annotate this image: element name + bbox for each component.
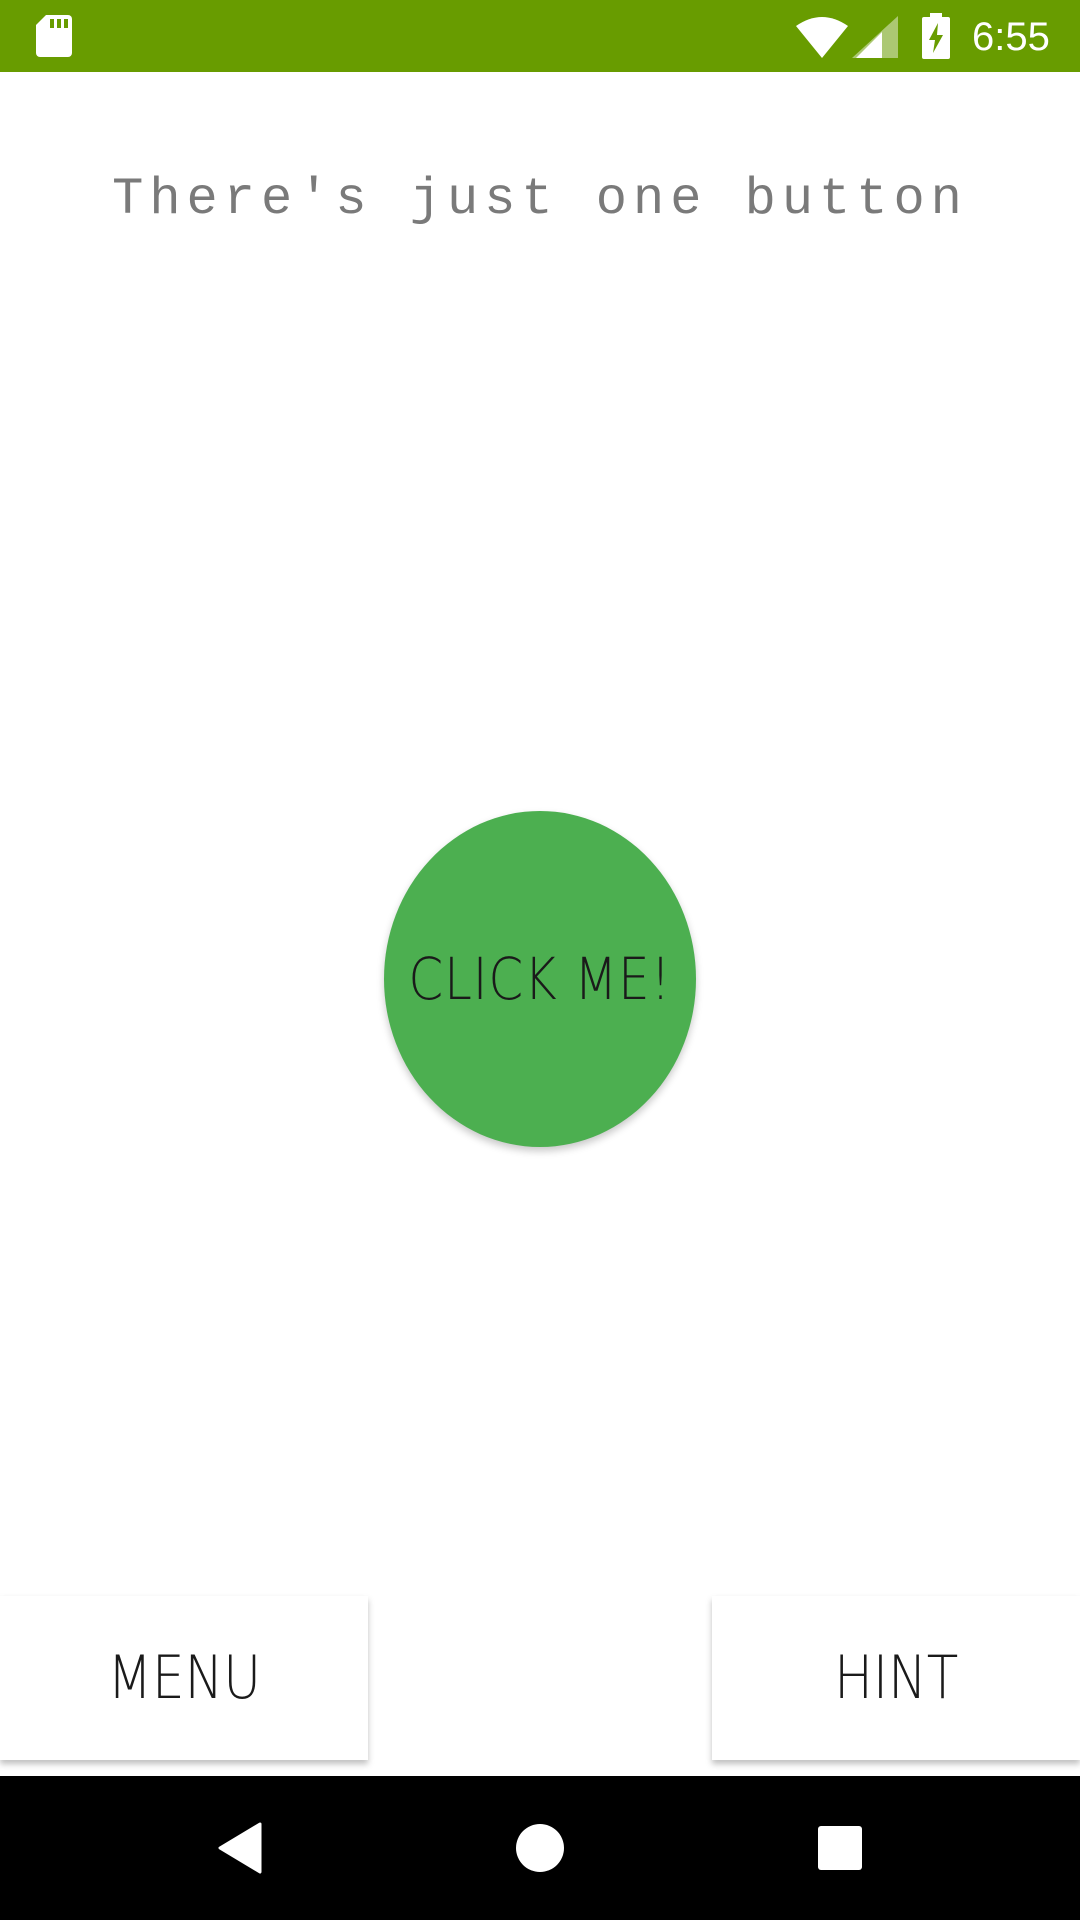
menu-label: MENU <box>107 1643 261 1713</box>
page-title: There's just one button <box>112 170 968 229</box>
click-me-label: CLICK ME! <box>408 945 672 1013</box>
sd-card-icon <box>36 15 72 57</box>
status-bar: 6:55 <box>0 0 1080 72</box>
status-clock: 6:55 <box>972 15 1050 59</box>
wifi-icon <box>796 17 848 58</box>
hint-button[interactable]: HINT <box>712 1596 1080 1760</box>
click-me-button[interactable]: CLICK ME! <box>384 811 696 1147</box>
battery-charging-icon <box>922 13 950 59</box>
recent-apps-icon[interactable] <box>818 1826 862 1870</box>
menu-button[interactable]: MENU <box>0 1596 368 1760</box>
app-screen: 6:55 There's just one button CLICK ME! M… <box>0 0 1080 1920</box>
home-icon[interactable] <box>516 1824 564 1872</box>
cell-signal-icon <box>852 16 898 58</box>
back-icon[interactable] <box>216 1822 264 1874</box>
navigation-bar <box>0 1776 1080 1920</box>
hint-label: HINT <box>833 1643 959 1713</box>
